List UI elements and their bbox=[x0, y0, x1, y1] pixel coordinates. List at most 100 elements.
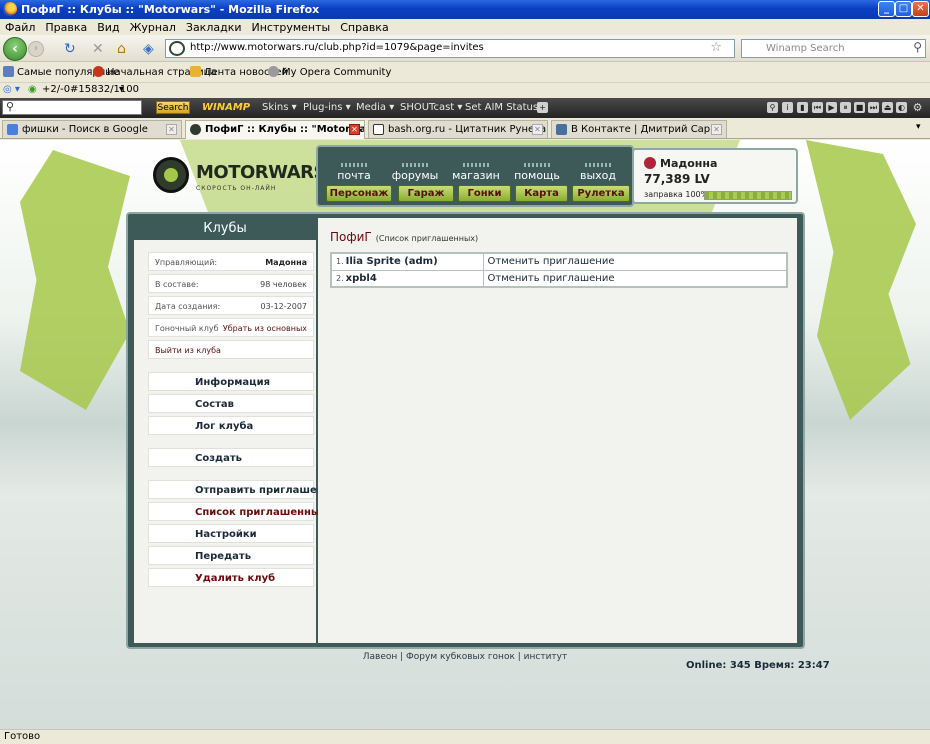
gear-icon[interactable]: ⚙ bbox=[912, 102, 923, 113]
tab-close-icon[interactable]: ✕ bbox=[711, 124, 722, 135]
search-bar[interactable]: Winamp Search ⚲ bbox=[741, 39, 926, 58]
menu-edit[interactable]: Правка bbox=[40, 19, 92, 34]
add-icon[interactable]: + bbox=[537, 102, 548, 113]
nav-mail[interactable]: почта bbox=[324, 163, 384, 182]
menu-club-log[interactable]: Лог клуба bbox=[148, 416, 314, 435]
addon-dropdown-icon[interactable]: ▾ bbox=[119, 84, 124, 95]
info-icon[interactable]: i bbox=[782, 102, 793, 113]
menu-bookmarks[interactable]: Закладки bbox=[181, 19, 247, 34]
minimize-button[interactable]: _ bbox=[878, 1, 895, 17]
club-manager-link[interactable]: Мадонна bbox=[265, 258, 307, 267]
page-viewport[interactable]: MOTORWARS.RU СКОРОСТЬ ОН-ЛАЙН почта фору… bbox=[0, 140, 930, 729]
reload-icon[interactable]: ↻ bbox=[64, 41, 76, 57]
section-title: Клубы bbox=[134, 218, 316, 240]
bookmarks-bar: Самые популярные Начальная страница Лент… bbox=[0, 62, 930, 82]
club-name: ПофиГ bbox=[330, 230, 372, 244]
menu-invite-list[interactable]: Список приглашенных bbox=[148, 502, 326, 521]
bookmark-opera-community[interactable]: My Opera Community bbox=[268, 66, 391, 78]
vk-favicon-icon bbox=[556, 124, 567, 135]
volume-icon[interactable]: ▮ bbox=[797, 102, 808, 113]
nav-shop[interactable]: магазин bbox=[446, 163, 506, 182]
search-icon[interactable]: ⚲ bbox=[913, 40, 922, 54]
menu-delete-club[interactable]: Удалить клуб bbox=[148, 568, 314, 587]
menu-help[interactable]: Справка bbox=[335, 19, 393, 34]
window-title: ПофиГ :: Клубы :: "Motorwars" - Mozilla … bbox=[21, 3, 320, 16]
winamp-shoutcast[interactable]: SHOUTcast ▾ bbox=[400, 102, 462, 113]
winamp-media[interactable]: Media ▾ bbox=[356, 102, 394, 113]
winamp-search-input[interactable]: ⚲ bbox=[2, 100, 142, 115]
bookmark-star-icon[interactable]: ☆ bbox=[710, 40, 722, 55]
winamp-plugins[interactable]: Plug-ins ▾ bbox=[303, 102, 351, 113]
tab-bash[interactable]: bash.org.ru - Цитатник Рунета ✕ bbox=[368, 120, 548, 138]
club-racing-row: Гоночный клуб Убрать из основных bbox=[148, 318, 314, 337]
menu-send-invite[interactable]: Отправить приглашение bbox=[148, 480, 338, 499]
stop-media-icon[interactable]: ■ bbox=[854, 102, 865, 113]
url-bar[interactable]: http://www.motorwars.ru/club.php?id=1079… bbox=[165, 39, 735, 58]
invitee-link[interactable]: xpbl4 bbox=[346, 273, 377, 284]
roulette-button[interactable]: Рулетка bbox=[572, 185, 630, 202]
winamp-aim-status[interactable]: Set AIM Status ▾ bbox=[465, 102, 546, 113]
tab-motorwars[interactable]: ПофиГ :: Клубы :: "Motorwars" ✕ bbox=[185, 120, 365, 139]
google-favicon-icon bbox=[7, 124, 18, 135]
leave-club-link[interactable]: Выйти из клуба bbox=[155, 346, 221, 355]
maximize-button[interactable]: □ bbox=[895, 1, 912, 17]
previous-icon[interactable]: ⏮ bbox=[812, 102, 823, 113]
winamp-skins[interactable]: Skins ▾ bbox=[262, 102, 297, 113]
firefox-icon bbox=[3, 2, 17, 16]
site-favicon-icon bbox=[169, 41, 185, 56]
menu-history[interactable]: Журнал bbox=[125, 19, 181, 34]
addon-toolbar: ◎ ▾ ◉ +2/-0 #15832/1100 ▾ bbox=[0, 82, 930, 98]
biohazard-icon bbox=[644, 157, 656, 169]
nav-forums[interactable]: форумы bbox=[385, 163, 445, 182]
tab-list-icon[interactable]: ▾ bbox=[916, 122, 921, 132]
races-button[interactable]: Гонки bbox=[458, 185, 511, 202]
window-titlebar[interactable]: ПофиГ :: Клубы :: "Motorwars" - Mozilla … bbox=[0, 0, 930, 19]
online-status: Online: 345 Время: 23:47 bbox=[686, 660, 830, 671]
footer-link-laveon[interactable]: Лавеон bbox=[363, 652, 398, 662]
remove-from-main-link[interactable]: Убрать из основных bbox=[223, 324, 307, 333]
tab-vkontakte[interactable]: В Контакте | Дмитрий Сарки ✕ bbox=[551, 120, 727, 138]
close-button[interactable]: ✕ bbox=[912, 1, 929, 17]
splash-decoration bbox=[806, 140, 916, 420]
menu-information[interactable]: Информация bbox=[148, 372, 314, 391]
back-button[interactable]: ‹ bbox=[3, 37, 27, 61]
menu-transfer[interactable]: Передать bbox=[148, 546, 314, 565]
menu-tools[interactable]: Инструменты bbox=[247, 19, 336, 34]
nav-help[interactable]: помощь bbox=[507, 163, 567, 182]
menu-settings[interactable]: Настройки bbox=[148, 524, 314, 543]
next-icon[interactable]: ⏭ bbox=[868, 102, 879, 113]
footer-link-forum[interactable]: Форум кубковых гонок bbox=[406, 652, 515, 662]
tab-close-icon[interactable]: ✕ bbox=[166, 124, 177, 135]
forward-button[interactable]: › bbox=[28, 41, 44, 57]
winamp-search-button[interactable]: Search bbox=[156, 101, 190, 114]
footer-link-institute[interactable]: институт bbox=[524, 652, 568, 662]
menu-create[interactable]: Создать bbox=[148, 448, 314, 467]
cancel-invite-link[interactable]: Отменить приглашение bbox=[482, 269, 788, 288]
addon-globe-icon[interactable]: ◎ ▾ bbox=[3, 84, 20, 95]
open-icon[interactable]: ⏏ bbox=[882, 102, 893, 113]
winamp-logo[interactable]: WINAMP bbox=[202, 102, 250, 113]
tab-strip: фишки - Поиск в Google ✕ ПофиГ :: Клубы :… bbox=[0, 118, 930, 139]
garage-button[interactable]: Гараж bbox=[398, 185, 454, 202]
cancel-invite-link[interactable]: Отменить приглашение bbox=[482, 252, 788, 271]
pause-icon[interactable]: ⏸ bbox=[840, 102, 851, 113]
addon-rank: #15832/1100 bbox=[70, 84, 140, 95]
play-icon[interactable]: ▶ bbox=[826, 102, 837, 113]
nav-exit[interactable]: выход bbox=[568, 163, 628, 182]
menu-view[interactable]: Вид bbox=[92, 19, 124, 34]
tab-close-icon[interactable]: ✕ bbox=[349, 124, 360, 135]
tab-close-icon[interactable]: ✕ bbox=[532, 124, 543, 135]
winamp-menu-icon[interactable]: ◐ bbox=[896, 102, 907, 113]
menu-members[interactable]: Состав bbox=[148, 394, 314, 413]
addon-icon[interactable]: ◈ bbox=[143, 41, 154, 57]
bookmark-icon bbox=[268, 66, 279, 77]
stop-icon[interactable]: ✕ bbox=[92, 41, 104, 57]
user-name[interactable]: Мадонна bbox=[660, 157, 717, 170]
map-button[interactable]: Карта bbox=[515, 185, 568, 202]
winamp-search-icon[interactable]: ⚲ bbox=[767, 102, 778, 113]
character-button[interactable]: Персонаж bbox=[326, 185, 392, 202]
invitee-link[interactable]: Ilia Sprite (adm) bbox=[346, 256, 438, 267]
tab-google[interactable]: фишки - Поиск в Google ✕ bbox=[2, 120, 182, 138]
menu-file[interactable]: Файл bbox=[0, 19, 40, 34]
home-icon[interactable]: ⌂ bbox=[117, 41, 126, 57]
